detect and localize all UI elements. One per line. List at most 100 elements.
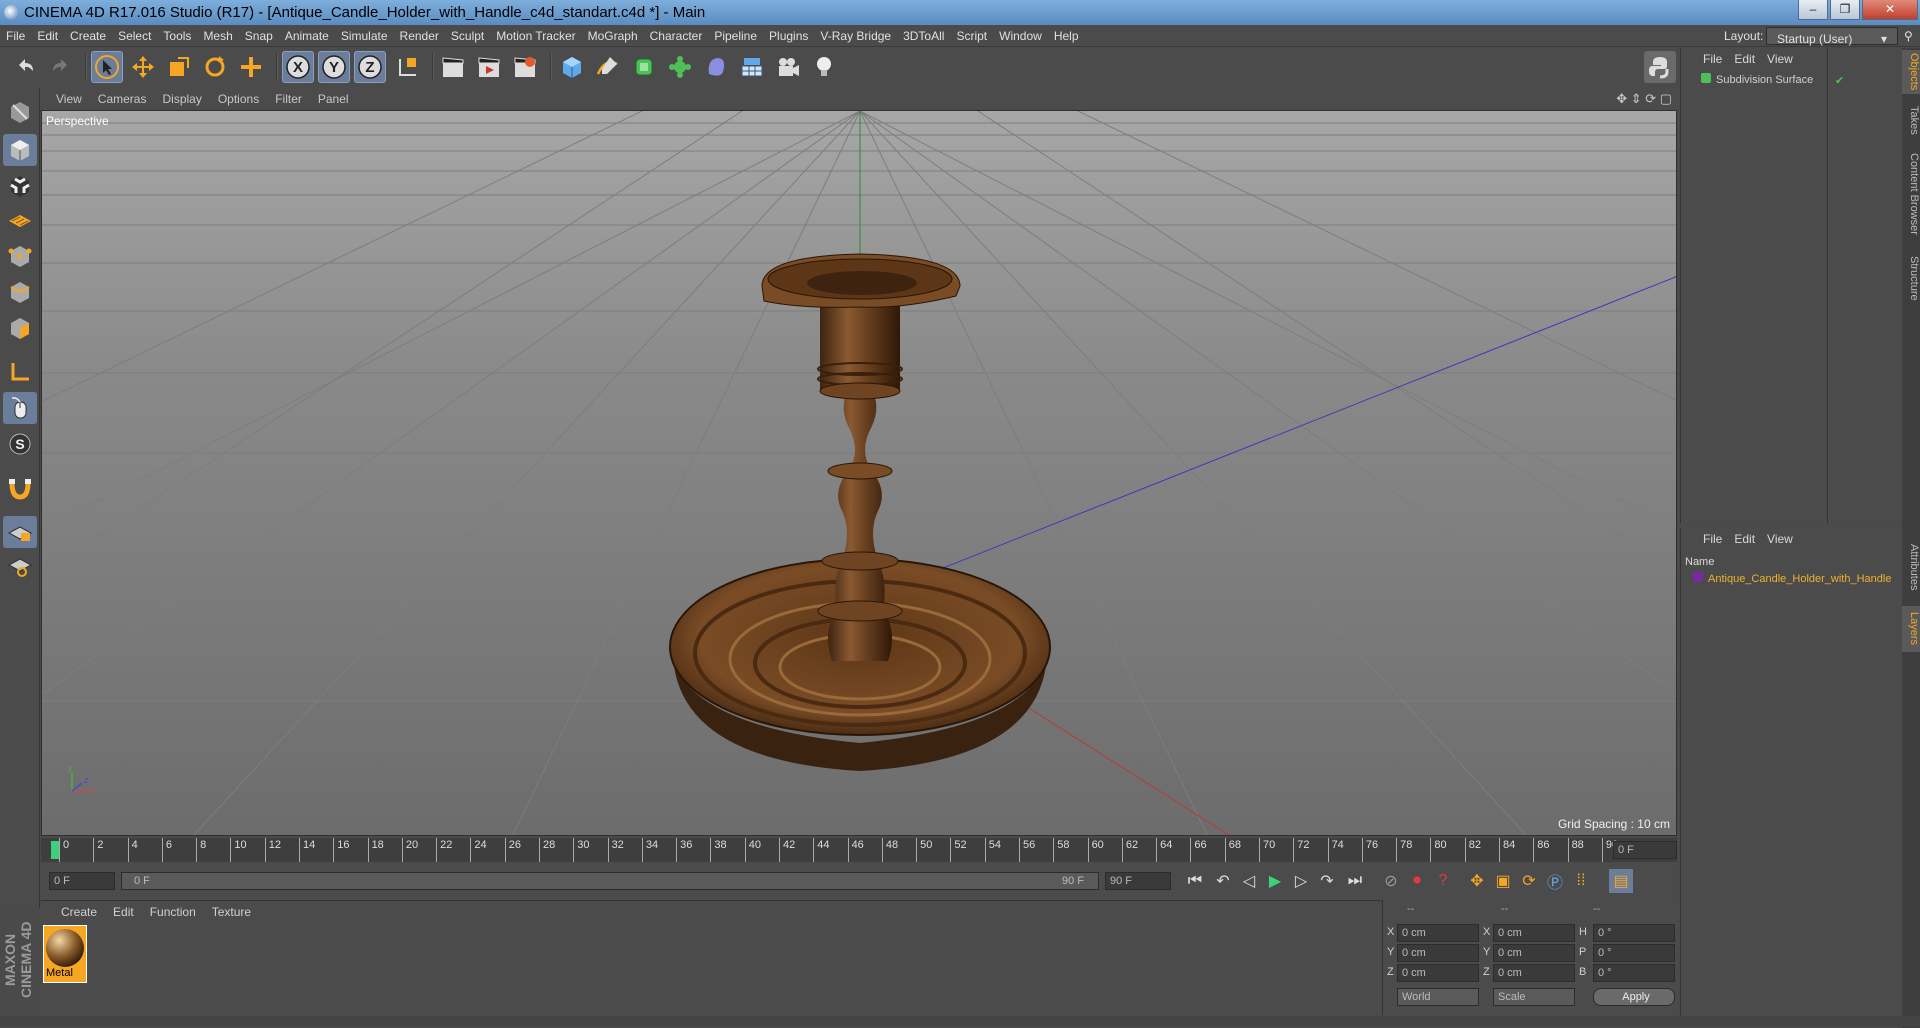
add-camera-button[interactable] (772, 51, 804, 83)
add-mograph-button[interactable] (664, 51, 696, 83)
size-x-field[interactable]: 0 cm (1493, 924, 1575, 942)
viewport-menu-cameras[interactable]: Cameras (90, 88, 155, 110)
objects-menu-view[interactable]: View (1761, 48, 1799, 70)
workplane-mode-button[interactable] (3, 204, 37, 236)
rotation-h-field[interactable]: 0 ° (1593, 924, 1675, 942)
layout-dropdown[interactable]: Startup (User) ▾ (1766, 27, 1898, 46)
polygons-mode-button[interactable] (3, 312, 37, 344)
move-button[interactable] (127, 51, 159, 83)
coordinate-system-button[interactable] (392, 51, 424, 83)
viewport-menu-filter[interactable]: Filter (267, 88, 310, 110)
previous-key-button[interactable]: ↶ (1211, 869, 1235, 893)
redo-button[interactable] (45, 51, 77, 83)
add-cube-button[interactable] (556, 51, 588, 83)
go-to-start-button[interactable]: ⏮ (1183, 869, 1207, 893)
tab-layers[interactable]: Layers (1902, 606, 1920, 652)
menu-plugins[interactable]: Plugins (763, 25, 814, 47)
object-row-subdivision-surface[interactable]: Subdivision Surface (1687, 73, 1827, 89)
key-parameter-button[interactable]: Ⓟ (1543, 869, 1567, 893)
menu-pipeline[interactable]: Pipeline (708, 25, 763, 47)
position-x-field[interactable]: 0 cm (1397, 924, 1479, 942)
material-menu-create[interactable]: Create (41, 901, 105, 923)
tab-takes[interactable]: Takes (1902, 100, 1920, 140)
maximize-button[interactable]: ❐ (1830, 0, 1860, 20)
render-settings-button[interactable] (509, 51, 541, 83)
coord-system-dropdown[interactable]: World (1397, 988, 1479, 1006)
apply-button[interactable]: Apply (1593, 988, 1675, 1006)
size-z-field[interactable]: 0 cm (1493, 964, 1575, 982)
start-frame-field[interactable]: 0 F (49, 872, 115, 890)
layer-row[interactable]: Antique_Candle_Holder_with_Handle (1693, 572, 1901, 588)
python-button[interactable] (1644, 51, 1676, 83)
frame-range-slider[interactable]: 0 F 90 F (121, 872, 1099, 890)
key-scale-button[interactable]: ▣ (1491, 869, 1515, 893)
menu-animate[interactable]: Animate (279, 25, 335, 47)
planar-workplane-button[interactable] (3, 550, 37, 582)
points-mode-button[interactable] (3, 240, 37, 272)
add-environment-button[interactable] (736, 51, 768, 83)
size-y-field[interactable]: 0 cm (1493, 944, 1575, 962)
magnet-snap-button[interactable] (3, 472, 37, 504)
viewport-nav-icons[interactable]: ✥ ⇕ ⟳ ▢ (1616, 88, 1672, 110)
timeline-ruler[interactable]: 0 2 4 6 8 10 12 14 16 18 20 22 24 26 28 30 32 34 36 38 40 42 4… (41, 838, 1677, 862)
size-mode-dropdown[interactable]: Scale (1493, 988, 1575, 1006)
menu-mograph[interactable]: MoGraph (582, 25, 644, 47)
key-position-button[interactable]: ✥ (1465, 869, 1489, 893)
add-subdivision-button[interactable] (628, 51, 660, 83)
menu-motion-tracker[interactable]: Motion Tracker (490, 25, 581, 47)
menu-snap[interactable]: Snap (239, 25, 279, 47)
key-pla-button[interactable]: ⁞⁞ (1569, 869, 1593, 893)
lock-workplane-button[interactable] (3, 516, 37, 548)
play-button[interactable]: ▶ (1263, 869, 1287, 893)
rotate-button[interactable] (199, 51, 231, 83)
objects-menu-file[interactable]: File (1681, 48, 1728, 70)
transform-button[interactable] (235, 51, 267, 83)
viewport-menu-options[interactable]: Options (210, 88, 267, 110)
viewport-menu-panel[interactable]: Panel (310, 88, 357, 110)
menu-file[interactable]: File (0, 25, 31, 47)
y-axis-button[interactable]: Y (318, 51, 350, 83)
key-rotation-button[interactable]: ⟳ (1517, 869, 1541, 893)
search-icon[interactable]: ⚲ (1904, 25, 1913, 47)
layers-menu-edit[interactable]: Edit (1728, 528, 1761, 550)
add-light-button[interactable] (808, 51, 840, 83)
playhead-marker[interactable] (51, 841, 59, 859)
model-mode-button[interactable] (3, 134, 37, 166)
menu-simulate[interactable]: Simulate (335, 25, 394, 47)
objects-menu-edit[interactable]: Edit (1728, 48, 1761, 70)
z-axis-button[interactable]: Z (354, 51, 386, 83)
make-editable-button[interactable] (3, 96, 37, 128)
position-z-field[interactable]: 0 cm (1397, 964, 1479, 982)
position-y-field[interactable]: 0 cm (1397, 944, 1479, 962)
x-axis-button[interactable]: X (282, 51, 314, 83)
menu-script[interactable]: Script (950, 25, 993, 47)
add-spline-button[interactable] (592, 51, 624, 83)
render-picture-viewer-button[interactable] (473, 51, 505, 83)
menu-select[interactable]: Select (112, 25, 157, 47)
close-button[interactable]: ✕ (1862, 0, 1918, 20)
menu-mesh[interactable]: Mesh (197, 25, 238, 47)
add-deformer-button[interactable] (700, 51, 732, 83)
menu-vray-bridge[interactable]: V-Ray Bridge (814, 25, 897, 47)
perspective-viewport[interactable]: y x z Perspective Grid Spacing : 10 cm (41, 110, 1677, 836)
edges-mode-button[interactable] (3, 276, 37, 308)
tab-structure[interactable]: Structure (1902, 248, 1920, 308)
render-view-button[interactable] (437, 51, 469, 83)
go-to-end-button[interactable]: ⏭ (1343, 869, 1367, 893)
viewport-menu-view[interactable]: View (40, 88, 90, 110)
keyframe-selection-button[interactable]: ? (1431, 869, 1455, 893)
menu-help[interactable]: Help (1048, 25, 1085, 47)
live-selection-button[interactable] (91, 51, 123, 83)
menu-create[interactable]: Create (64, 25, 112, 47)
menu-tools[interactable]: Tools (157, 25, 197, 47)
viewport-menu-display[interactable]: Display (154, 88, 209, 110)
menu-character[interactable]: Character (644, 25, 709, 47)
menu-window[interactable]: Window (993, 25, 1048, 47)
rotation-b-field[interactable]: 0 ° (1593, 964, 1675, 982)
scale-button[interactable] (163, 51, 195, 83)
next-key-button[interactable]: ↷ (1315, 869, 1339, 893)
material-menu-edit[interactable]: Edit (105, 901, 142, 923)
undo-button[interactable] (9, 51, 41, 83)
previous-frame-button[interactable]: ◁ (1237, 869, 1261, 893)
enable-axis-button[interactable] (3, 356, 37, 388)
